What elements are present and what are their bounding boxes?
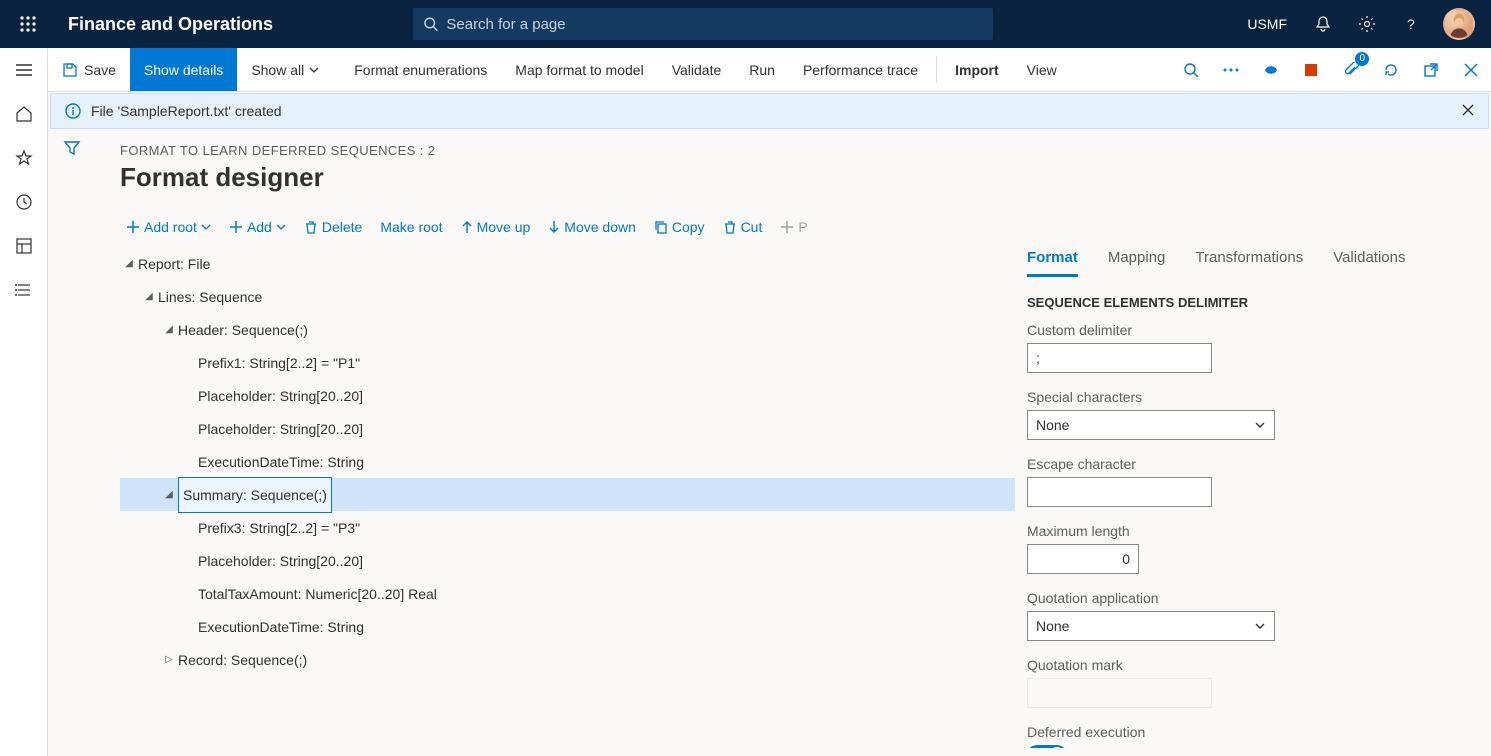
maximum-length-input[interactable]	[1027, 544, 1139, 574]
left-nav-rail	[0, 48, 48, 756]
avatar[interactable]	[1443, 8, 1475, 40]
validate-button[interactable]: Validate	[658, 48, 736, 91]
favorites-icon[interactable]	[0, 136, 48, 180]
deferred-execution-toggle[interactable]: Yes	[1027, 745, 1457, 748]
dataverse-icon[interactable]	[1251, 48, 1291, 91]
find-icon[interactable]	[1171, 48, 1211, 91]
info-bar: File 'SampleReport.txt' created	[50, 93, 1489, 129]
maximum-length-label: Maximum length	[1027, 523, 1457, 539]
workspaces-icon[interactable]	[0, 224, 48, 268]
chevron-down-icon	[201, 222, 211, 232]
properties-panel: Format Mapping Transformations Validatio…	[1027, 247, 1467, 748]
move-up-button[interactable]: Move up	[455, 215, 537, 239]
escape-character-label: Escape character	[1027, 456, 1457, 472]
attach-badge: 0	[1355, 52, 1369, 66]
home-icon[interactable]	[0, 92, 48, 136]
cut-button[interactable]: Cut	[717, 215, 769, 239]
custom-delimiter-label: Custom delimiter	[1027, 322, 1457, 338]
svg-text:?: ?	[1407, 16, 1415, 32]
chevron-down-icon	[1254, 620, 1266, 632]
tree-node-selected[interactable]: ◢Summary: Sequence(;)	[120, 478, 1015, 511]
chevron-down-icon	[276, 222, 286, 232]
search-icon	[423, 16, 438, 32]
top-nav: Finance and Operations USMF ?	[0, 0, 1491, 48]
run-button[interactable]: Run	[735, 48, 789, 91]
deferred-execution-label: Deferred execution	[1027, 724, 1457, 740]
import-button[interactable]: Import	[941, 48, 1013, 91]
tree-node[interactable]: Placeholder: String[20..20]	[120, 544, 1015, 577]
format-enumerations-button[interactable]: Format enumerations	[340, 48, 501, 91]
office-icon[interactable]	[1291, 48, 1331, 91]
save-button[interactable]: Save	[48, 48, 130, 91]
search-box[interactable]	[413, 8, 993, 40]
tree-node[interactable]: Prefix1: String[2..2] = "P1"	[120, 346, 1015, 379]
filter-strip	[48, 129, 96, 756]
close-icon[interactable]	[1451, 48, 1491, 91]
tree-node[interactable]: Prefix3: String[2..2] = "P3"	[120, 511, 1015, 544]
tab-validations[interactable]: Validations	[1333, 247, 1405, 274]
filter-icon[interactable]	[63, 139, 81, 756]
show-details-button[interactable]: Show details	[130, 48, 237, 91]
tree-node[interactable]: ◢Lines: Sequence	[120, 280, 1015, 313]
tree-node[interactable]: ExecutionDateTime: String	[120, 610, 1015, 643]
performance-trace-button[interactable]: Performance trace	[789, 48, 932, 91]
paste-button: P	[774, 215, 813, 239]
copy-button[interactable]: Copy	[648, 215, 711, 239]
tab-format[interactable]: Format	[1027, 247, 1078, 277]
tree-node[interactable]: ExecutionDateTime: String	[120, 445, 1015, 478]
custom-delimiter-input[interactable]	[1027, 343, 1212, 373]
nav-expand-icon[interactable]	[0, 48, 48, 92]
company-code[interactable]: USMF	[1235, 16, 1299, 32]
quotation-mark-input	[1027, 678, 1212, 708]
tree-node[interactable]: Placeholder: String[20..20]	[120, 379, 1015, 412]
breadcrumb: FORMAT TO LEARN DEFERRED SEQUENCES : 2	[120, 143, 1467, 158]
tree-node[interactable]: Placeholder: String[20..20]	[120, 412, 1015, 445]
make-root-button[interactable]: Make root	[374, 215, 448, 239]
add-root-button[interactable]: Add root	[120, 215, 217, 239]
tree-node[interactable]: ◢Header: Sequence(;)	[120, 313, 1015, 346]
page-title: Format designer	[120, 162, 1467, 193]
show-all-button[interactable]: Show all	[237, 48, 340, 91]
section-header: SEQUENCE ELEMENTS DELIMITER	[1027, 295, 1457, 310]
escape-character-input[interactable]	[1027, 477, 1212, 507]
move-down-button[interactable]: Move down	[542, 215, 642, 239]
deferred-execution-value: Yes	[1077, 747, 1100, 748]
map-format-button[interactable]: Map format to model	[501, 48, 657, 91]
recent-icon[interactable]	[0, 180, 48, 224]
delete-button[interactable]: Delete	[298, 215, 368, 239]
refresh-icon[interactable]	[1371, 48, 1411, 91]
quotation-application-select[interactable]: None	[1027, 611, 1275, 641]
tree-node[interactable]: TotalTaxAmount: Numeric[20..20] Real	[120, 577, 1015, 610]
popout-icon[interactable]	[1411, 48, 1451, 91]
designer-toolbar: Add root Add Delete Make root Move up Mo…	[120, 215, 1467, 239]
info-close-icon[interactable]	[1462, 103, 1474, 119]
quotation-application-label: Quotation application	[1027, 590, 1457, 606]
search-input[interactable]	[446, 16, 983, 33]
chevron-down-icon	[1254, 419, 1266, 431]
more-icon[interactable]	[1211, 48, 1251, 91]
chevron-down-icon	[308, 64, 320, 76]
tab-transformations[interactable]: Transformations	[1195, 247, 1303, 274]
format-tree: ◢Report: File ◢Lines: Sequence ◢Header: …	[120, 247, 1027, 748]
special-characters-select[interactable]: None	[1027, 410, 1275, 440]
quotation-mark-label: Quotation mark	[1027, 657, 1457, 673]
app-name: Finance and Operations	[48, 14, 293, 35]
tree-node[interactable]: ◢Report: File	[120, 247, 1015, 280]
special-characters-label: Special characters	[1027, 389, 1457, 405]
tree-node[interactable]: ▷Record: Sequence(;)	[120, 643, 1015, 676]
modules-icon[interactable]	[0, 268, 48, 312]
help-icon[interactable]: ?	[1391, 0, 1431, 48]
add-button[interactable]: Add	[223, 215, 292, 239]
app-launcher-icon[interactable]	[8, 16, 48, 32]
info-message: File 'SampleReport.txt' created	[91, 103, 282, 119]
command-bar: Save Show details Show all Format enumer…	[48, 48, 1491, 92]
attachments-icon[interactable]: 0	[1331, 48, 1371, 91]
notification-icon[interactable]	[1303, 0, 1343, 48]
info-icon	[65, 103, 81, 119]
tab-mapping[interactable]: Mapping	[1108, 247, 1166, 274]
properties-tabs: Format Mapping Transformations Validatio…	[1027, 247, 1467, 281]
gear-icon[interactable]	[1347, 0, 1387, 48]
view-button[interactable]: View	[1013, 48, 1071, 91]
